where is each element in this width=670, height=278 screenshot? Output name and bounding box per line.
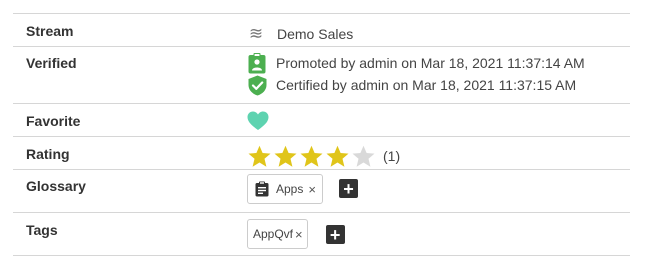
star-icon-2[interactable] [273, 145, 298, 168]
tags-label: Tags [26, 222, 58, 238]
glossary-value: Apps × + [247, 170, 630, 212]
clipboard-icon [255, 181, 269, 197]
tags-row: Tags AppQvf × + [13, 213, 630, 256]
remove-tag-icon[interactable]: × [295, 227, 303, 242]
rating-row: Rating (1) [13, 137, 630, 170]
stream-icon: ≋ [248, 24, 264, 43]
rating-stars [247, 145, 377, 168]
stream-label: Stream [26, 23, 74, 39]
glossary-chip[interactable]: Apps × [247, 174, 323, 204]
certified-text: Certified by admin on Mar 18, 2021 11:37… [276, 77, 577, 93]
verified-value: Promoted by admin on Mar 18, 2021 11:37:… [247, 47, 630, 103]
rating-label: Rating [26, 146, 70, 162]
promoted-line: Promoted by admin on Mar 18, 2021 11:37:… [247, 52, 630, 74]
promoted-text: Promoted by admin on Mar 18, 2021 11:37:… [276, 55, 585, 71]
tag-chip[interactable]: AppQvf × [247, 219, 308, 249]
promoted-badge-icon [247, 52, 267, 74]
stream-value: ≋ Demo Sales [247, 14, 630, 46]
rating-count: (1) [383, 148, 401, 164]
star-icon-1[interactable] [247, 145, 272, 168]
star-icon-4[interactable] [325, 145, 350, 168]
star-icon-5[interactable] [351, 145, 376, 168]
star-icon-3[interactable] [299, 145, 324, 168]
tags-value: AppQvf × + [247, 213, 630, 255]
verified-label: Verified [26, 55, 77, 71]
rating-value: (1) [247, 137, 630, 169]
add-glossary-button[interactable]: + [338, 179, 358, 198]
favorite-label: Favorite [26, 113, 81, 129]
glossary-chip-label: Apps [276, 182, 304, 196]
properties-table: Stream ≋ Demo Sales Verified Promoted by… [13, 13, 630, 256]
tag-chip-label: AppQvf [253, 227, 294, 241]
heart-icon[interactable] [247, 111, 269, 134]
stream-name[interactable]: Demo Sales [277, 26, 353, 42]
certified-line: Certified by admin on Mar 18, 2021 11:37… [247, 74, 630, 96]
stream-row: Stream ≋ Demo Sales [13, 14, 630, 47]
add-tag-button[interactable]: + [325, 225, 345, 244]
favorite-row: Favorite [13, 104, 630, 137]
favorite-value [247, 104, 630, 136]
verified-row: Verified Promoted by admin on Mar 18, 20… [13, 47, 630, 104]
glossary-label: Glossary [26, 178, 86, 194]
certified-shield-icon [247, 74, 267, 96]
glossary-row: Glossary Apps × + [13, 170, 630, 213]
remove-glossary-icon[interactable]: × [308, 182, 316, 197]
